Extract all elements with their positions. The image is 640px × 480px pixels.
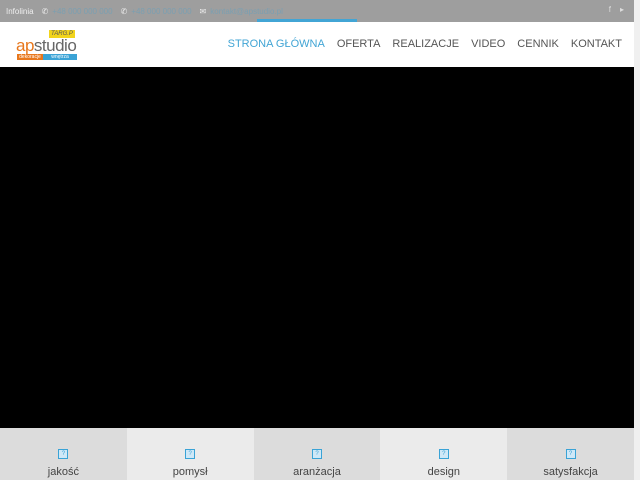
main-nav: STRONA GŁÓWNA OFERTA REALIZACJE VIDEO CE… <box>228 38 622 50</box>
logo-subtitle: dekoracje wnętrza <box>17 54 77 60</box>
feature-jakosc[interactable]: ? jakość <box>0 428 127 480</box>
phone-icon: ✆ <box>41 6 49 16</box>
infolinia-label: Infolinia <box>6 6 34 16</box>
feature-design[interactable]: ? design <box>380 428 508 480</box>
feature-aranzacja[interactable]: ? aranżacja <box>253 428 381 480</box>
nav-cennik[interactable]: CENNIK <box>517 38 559 50</box>
social-links: f ▸ <box>609 5 624 14</box>
feature-satysfakcja[interactable]: ? satysfakcja <box>507 428 634 480</box>
phone-icon: ✆ <box>120 6 128 16</box>
feature-icon: ? <box>185 449 196 459</box>
site-header: TARG.P apstudio dekoracje wnętrza STRONA … <box>0 22 634 68</box>
mail-icon: ✉ <box>199 6 207 16</box>
feature-icon: ? <box>438 449 449 459</box>
facebook-icon[interactable]: f <box>609 5 611 14</box>
logo-brand: apstudio <box>16 36 77 55</box>
page-scrollbar[interactable] <box>634 0 640 480</box>
hero-slider[interactable] <box>0 67 634 428</box>
nav-oferta[interactable]: OFERTA <box>337 38 381 50</box>
phone-2[interactable]: ✆ +48 000 000 000 <box>121 7 192 16</box>
youtube-icon[interactable]: ▸ <box>620 5 624 14</box>
nav-realizacje[interactable]: REALIZACJE <box>392 38 459 50</box>
feature-icon: ? <box>311 449 322 459</box>
email-link[interactable]: ✉ kontakt@apstudio.pl <box>200 7 283 16</box>
features-bar: ? jakość ? pomysł ? aranżacja ? design ? saty… <box>0 428 634 480</box>
site-logo[interactable]: TARG.P apstudio dekoracje wnętrza <box>16 29 80 63</box>
feature-pomysl[interactable]: ? pomysł <box>126 428 254 480</box>
phone-1[interactable]: ✆ +48 000 000 000 <box>42 7 113 16</box>
nav-kontakt[interactable]: KONTAKT <box>571 38 622 50</box>
nav-home[interactable]: STRONA GŁÓWNA <box>228 38 325 50</box>
feature-icon: ? <box>58 449 69 459</box>
nav-video[interactable]: VIDEO <box>471 38 505 50</box>
feature-icon: ? <box>565 449 576 459</box>
